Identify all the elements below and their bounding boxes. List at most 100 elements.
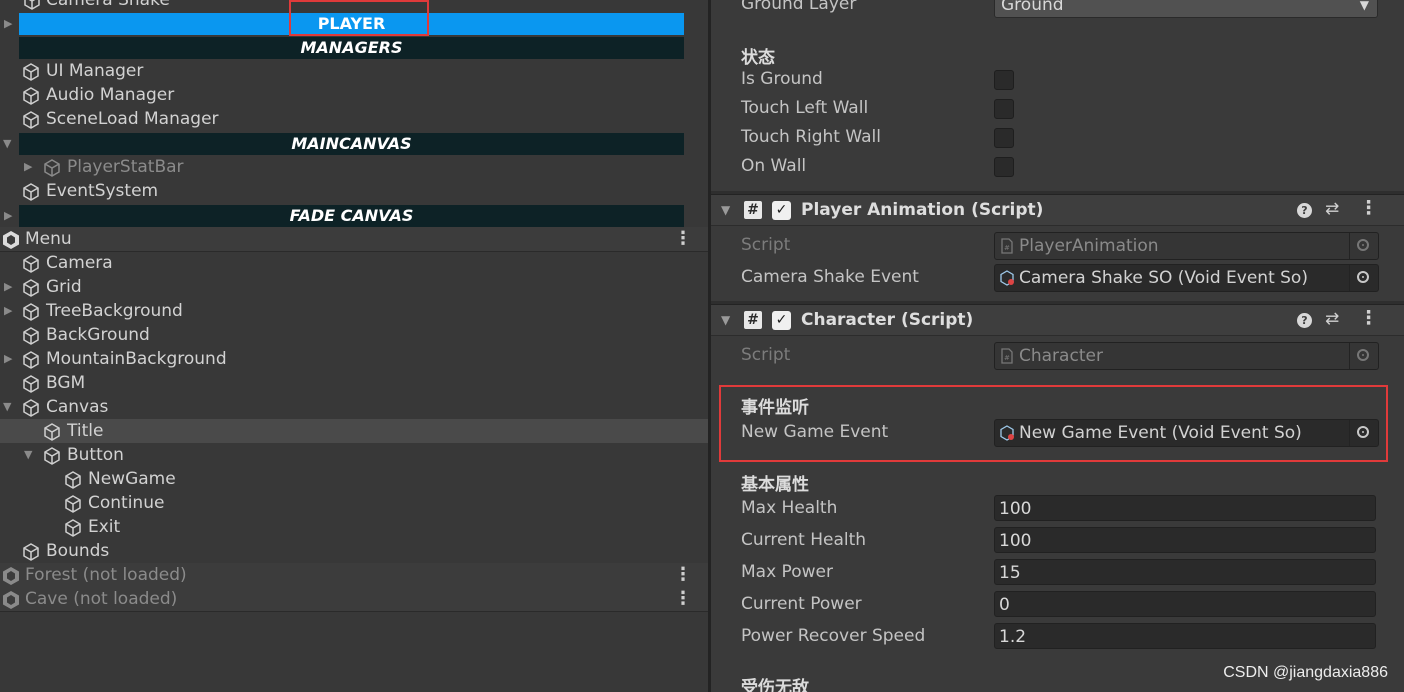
gameobject-icon xyxy=(23,399,39,417)
more-icon[interactable]: ⋮ xyxy=(674,563,692,587)
script-file-icon: # xyxy=(1001,348,1013,364)
hierarchy-item-label: Audio Manager xyxy=(46,85,175,105)
expand-arrow-icon[interactable]: ▶ xyxy=(4,275,12,299)
more-icon[interactable]: ⋮ xyxy=(1359,307,1378,329)
current-health-input[interactable]: 100 xyxy=(994,527,1376,553)
hierarchy-header-fade-canvas[interactable]: FADE CANVAS xyxy=(19,205,684,227)
max-power-label: Max Power xyxy=(741,562,833,582)
hierarchy-item-ui-manager[interactable]: UI Manager xyxy=(0,59,708,83)
hierarchy-item-mountain-background[interactable]: ▶ MountainBackground xyxy=(0,347,708,371)
component-header-player-animation[interactable]: ▼ # ✓ Player Animation (Script) ? ⇄ ⋮ xyxy=(711,194,1404,226)
chevron-down-icon: ▼ xyxy=(1359,0,1369,12)
target-icon xyxy=(1357,239,1369,251)
presets-icon[interactable]: ⇄ xyxy=(1325,309,1339,329)
gameobject-icon xyxy=(23,543,39,561)
gameobject-icon xyxy=(44,447,60,465)
gameobject-icon xyxy=(65,471,81,489)
hierarchy-item-sceneload-manager[interactable]: SceneLoad Manager xyxy=(0,107,708,131)
hierarchy-item-title[interactable]: Title xyxy=(0,419,708,443)
help-icon[interactable]: ? xyxy=(1297,313,1312,328)
scene-row-forest[interactable]: Forest (not loaded) ⋮ xyxy=(0,563,708,587)
camera-shake-event-value: Camera Shake SO (Void Event So) xyxy=(1019,268,1308,288)
highlight-box-event xyxy=(719,385,1388,462)
component-enabled-checkbox[interactable]: ✓ xyxy=(772,311,791,330)
power-recover-speed-label: Power Recover Speed xyxy=(741,626,926,646)
gameobject-icon xyxy=(23,303,39,321)
hierarchy-item-event-system[interactable]: EventSystem xyxy=(0,179,708,203)
collapse-arrow-icon[interactable]: ▼ xyxy=(24,443,32,467)
component-header-character[interactable]: ▼ # ✓ Character (Script) ? ⇄ ⋮ xyxy=(711,304,1404,336)
touch-left-wall-checkbox[interactable] xyxy=(994,99,1014,119)
collapse-arrow-icon[interactable]: ▼ xyxy=(721,203,730,217)
camera-shake-event-field[interactable]: Camera Shake SO (Void Event So) xyxy=(994,264,1379,292)
current-health-label: Current Health xyxy=(741,530,867,550)
is-ground-checkbox[interactable] xyxy=(994,70,1014,90)
presets-icon[interactable]: ⇄ xyxy=(1325,199,1339,219)
hierarchy-item-newgame[interactable]: NewGame xyxy=(0,467,708,491)
expand-arrow-icon[interactable]: ▶ xyxy=(4,347,12,371)
power-recover-speed-input[interactable]: 1.2 xyxy=(994,623,1376,649)
hierarchy-item-continue[interactable]: Continue xyxy=(0,491,708,515)
hierarchy-item-label: Title xyxy=(67,421,104,441)
expand-arrow-icon[interactable]: ▶ xyxy=(24,155,32,179)
hierarchy-item-label: Camera Shake xyxy=(46,0,170,10)
dropdown-value: Ground xyxy=(1001,0,1064,15)
gameobject-icon xyxy=(23,375,39,393)
script-icon: # xyxy=(744,311,762,329)
component-enabled-checkbox[interactable]: ✓ xyxy=(772,201,791,220)
component-title: Character (Script) xyxy=(801,310,974,330)
expand-arrow-icon[interactable]: ▶ xyxy=(4,299,12,323)
hierarchy-item-canvas[interactable]: ▼ Canvas xyxy=(0,395,708,419)
hierarchy-item-player-stat-bar[interactable]: ▶ PlayerStatBar xyxy=(0,155,708,179)
hierarchy-header-managers[interactable]: MANAGERS xyxy=(19,37,684,59)
hierarchy-item-grid[interactable]: ▶ Grid xyxy=(0,275,708,299)
help-icon[interactable]: ? xyxy=(1297,203,1312,218)
hierarchy-item-label: PlayerStatBar xyxy=(67,157,184,177)
expand-arrow-icon[interactable]: ▶ xyxy=(4,204,12,228)
scene-row-menu[interactable]: Menu ⋮ xyxy=(0,227,708,251)
scene-row-cave[interactable]: Cave (not loaded) ⋮ xyxy=(0,587,708,611)
hierarchy-header-maincanvas[interactable]: MAINCANVAS xyxy=(19,133,684,155)
ground-layer-dropdown[interactable]: Ground ▼ xyxy=(994,0,1378,18)
gameobject-icon xyxy=(24,0,40,10)
max-power-input[interactable]: 15 xyxy=(994,559,1376,585)
more-icon[interactable]: ⋮ xyxy=(1359,197,1378,219)
hierarchy-item-exit[interactable]: Exit xyxy=(0,515,708,539)
hierarchy-item-tree-background[interactable]: ▶ TreeBackground xyxy=(0,299,708,323)
scene-label: Cave (not loaded) xyxy=(25,589,178,609)
touch-right-wall-checkbox[interactable] xyxy=(994,128,1014,148)
gameobject-icon xyxy=(23,279,39,297)
gameobject-icon xyxy=(23,183,39,201)
collapse-arrow-icon[interactable]: ▼ xyxy=(3,395,11,419)
on-wall-checkbox[interactable] xyxy=(994,157,1014,177)
state-section-title: 状态 xyxy=(741,48,775,68)
object-picker xyxy=(1349,233,1378,259)
hierarchy-item-label: Continue xyxy=(88,493,165,513)
scene-label: Forest (not loaded) xyxy=(25,565,187,585)
hierarchy-item-label: Bounds xyxy=(46,541,110,561)
camera-shake-event-label: Camera Shake Event xyxy=(741,267,919,287)
more-icon[interactable]: ⋮ xyxy=(674,227,692,251)
hierarchy-item-audio-manager[interactable]: Audio Manager xyxy=(0,83,708,107)
current-power-input[interactable]: 0 xyxy=(994,591,1376,617)
watermark: CSDN @jiangdaxia886 xyxy=(1223,664,1388,681)
scene-label: Menu xyxy=(25,229,72,249)
script-icon: # xyxy=(744,201,762,219)
hierarchy-item-bounds[interactable]: Bounds xyxy=(0,539,708,563)
hierarchy-item-label: EventSystem xyxy=(46,181,159,201)
hierarchy-item-camera[interactable]: Camera xyxy=(0,251,708,275)
gameobject-icon xyxy=(65,519,81,537)
object-picker[interactable] xyxy=(1349,265,1378,291)
max-health-input[interactable]: 100 xyxy=(994,495,1376,521)
hierarchy-item-background[interactable]: BackGround xyxy=(0,323,708,347)
hierarchy-item-bgm[interactable]: BGM xyxy=(0,371,708,395)
hierarchy-item-label: UI Manager xyxy=(46,61,144,81)
hierarchy-item-button[interactable]: ▼ Button xyxy=(0,443,708,467)
expand-arrow-icon[interactable]: ▶ xyxy=(4,12,12,36)
collapse-arrow-icon[interactable]: ▼ xyxy=(3,132,11,156)
current-power-label: Current Power xyxy=(741,594,862,614)
more-icon[interactable]: ⋮ xyxy=(674,587,692,611)
collapse-arrow-icon[interactable]: ▼ xyxy=(721,313,730,327)
script-field: # PlayerAnimation xyxy=(994,232,1379,260)
hierarchy-item-label: NewGame xyxy=(88,469,176,489)
